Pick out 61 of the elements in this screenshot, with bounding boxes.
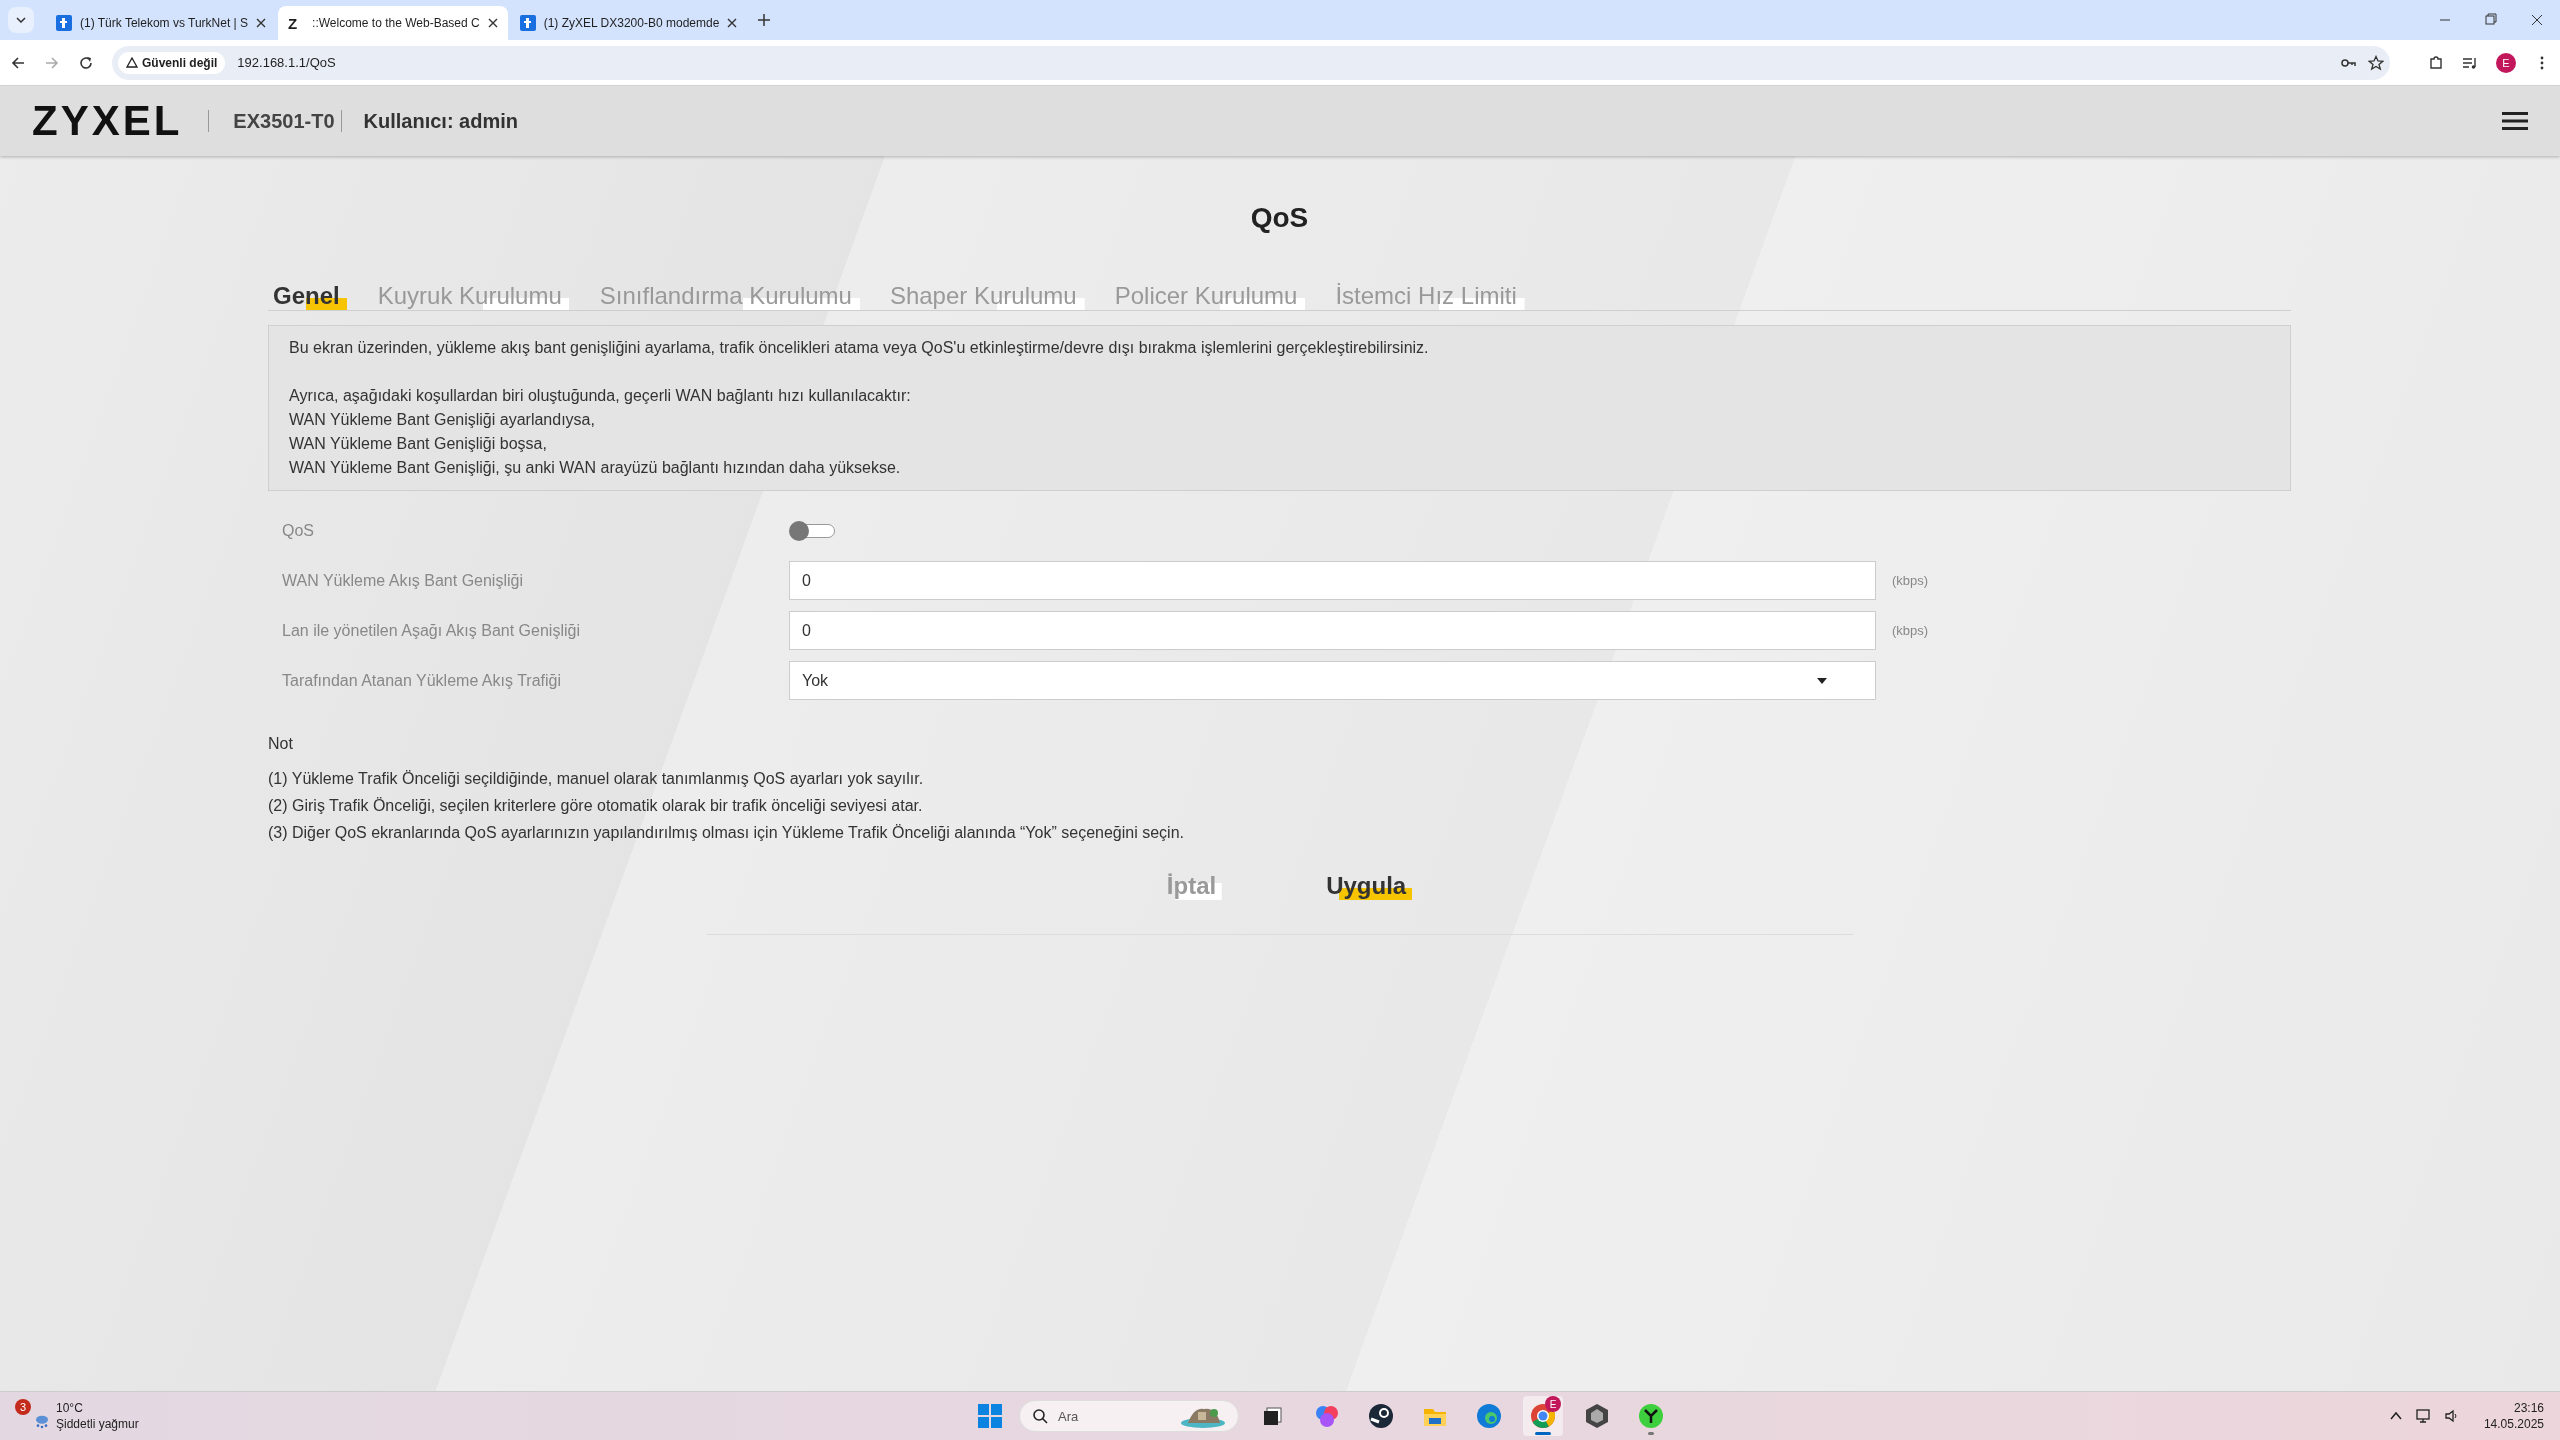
logo: ZYXEL bbox=[32, 97, 183, 145]
field-label: Tarafından Atanan Yükleme Akış Trafiği bbox=[282, 671, 562, 690]
fork-icon bbox=[1636, 1401, 1666, 1431]
temperature: 10°C bbox=[56, 1400, 84, 1416]
qos-toggle[interactable] bbox=[789, 520, 835, 541]
field-label: QoS bbox=[282, 521, 315, 540]
taskbar-app[interactable]: E bbox=[1523, 1396, 1563, 1436]
note-text: (2) Giriş Trafik Önceliği, seçilen kriterlere göre otomatik olarak bir trafik önceliği seviyesi atar. bbox=[268, 796, 924, 816]
menu-icon[interactable] bbox=[2502, 110, 2528, 132]
search-field[interactable]: Ara bbox=[1019, 1400, 1239, 1432]
close-icon[interactable] bbox=[256, 18, 267, 28]
page-title: QoS bbox=[1249, 202, 1310, 234]
info-text: Bu ekran üzerinden, yükleme akış bant genişliğini ayarlama, trafik öncelikleri atama veya QoS'u etkinleştirme/devre dışı bırakma işlemlerini gerçekleştirebilirsiniz. bbox=[289, 338, 1430, 358]
note-text: (1) Yükleme Trafik Önceliği seçildiğinde, manuel olarak tanımlanmış QoS ayarları yok sayılır. bbox=[268, 769, 925, 789]
extensions-icon[interactable] bbox=[2428, 54, 2444, 71]
weather-text: Şiddetli yağmur bbox=[56, 1416, 139, 1432]
user-label: Kullanıcı: admin bbox=[363, 109, 518, 133]
steam-icon bbox=[1366, 1401, 1396, 1431]
caret-icon bbox=[1817, 677, 1827, 684]
search-icon bbox=[1032, 1408, 1048, 1424]
info-text: WAN Yükleme Bant Genişliği boşsa, bbox=[289, 434, 548, 454]
chrome-icon bbox=[1528, 1401, 1558, 1431]
note-text: (3) Diğer QoS ekranlarında QoS ayarlarınızın yapılandırılmış olması için Yükleme Trafik Önceliği alanında “Yok” seçeneğini seçin. bbox=[268, 823, 1185, 843]
network-icon[interactable] bbox=[2415, 1408, 2432, 1424]
windows-icon[interactable] bbox=[975, 1401, 1005, 1431]
field-label: WAN Yükleme Akış Bant Genişliği bbox=[282, 571, 524, 590]
field-label: Lan ile yönetilen Aşağı Akış Bant Genişliği bbox=[282, 621, 581, 640]
notes-title: Not bbox=[268, 734, 294, 754]
profile-avatar[interactable]: E bbox=[2496, 52, 2516, 73]
notification-badge: 3 bbox=[15, 1399, 31, 1415]
model-name: EX3501-T0 bbox=[233, 109, 335, 133]
site-icon: Z bbox=[288, 14, 305, 32]
dropdown[interactable]: Yok bbox=[789, 661, 1876, 700]
new-tab-icon[interactable] bbox=[757, 13, 772, 27]
browser-tab[interactable]: (1) ZyXEL DX3200-B0 modemde bbox=[509, 6, 748, 40]
info-text: Ayrıca, aşağıdaki koşullardan biri oluştuğunda, geçerli WAN bağlantı hızı kullanılacaktır: bbox=[289, 386, 912, 406]
tab-search-button[interactable] bbox=[8, 7, 34, 33]
unit-label: (kbps) bbox=[1892, 573, 1930, 588]
browser-tab[interactable]: (1) Türk Telekom vs TurkNet | S bbox=[46, 6, 277, 40]
info-text: WAN Yükleme Bant Genişliği ayarlandıysa, bbox=[289, 410, 596, 430]
close-icon[interactable] bbox=[487, 18, 498, 28]
info-text: WAN Yükleme Bant Genişliği, şu anki WAN arayüzü bağlantı hızından daha yüksekse. bbox=[289, 458, 902, 478]
star-icon[interactable] bbox=[2368, 54, 2384, 71]
clock-time[interactable]: 23:16 bbox=[2513, 1400, 2544, 1416]
clock-date[interactable]: 14.05.2025 bbox=[2483, 1416, 2544, 1432]
warning-icon bbox=[126, 57, 138, 68]
site-icon bbox=[56, 15, 72, 31]
close-icon[interactable] bbox=[727, 18, 738, 28]
input-field[interactable]: 0 bbox=[789, 561, 1876, 600]
site-icon bbox=[519, 15, 536, 31]
notification-badge: E bbox=[1545, 1396, 1561, 1412]
unit-label: (kbps) bbox=[1892, 623, 1930, 638]
security-chip[interactable]: Güvenli değil bbox=[118, 51, 226, 74]
reload-icon[interactable] bbox=[78, 54, 94, 71]
browser-icon bbox=[1474, 1401, 1504, 1431]
chevron-down-icon bbox=[16, 17, 26, 23]
back-icon[interactable] bbox=[10, 54, 26, 71]
input-field[interactable]: 0 bbox=[789, 611, 1876, 650]
browser-tab[interactable]: Z ::Welcome to the Web-Based C bbox=[278, 6, 508, 40]
speaker-icon[interactable] bbox=[2443, 1408, 2460, 1424]
url-text[interactable]: 192.168.1.1/QoS bbox=[237, 55, 2328, 70]
